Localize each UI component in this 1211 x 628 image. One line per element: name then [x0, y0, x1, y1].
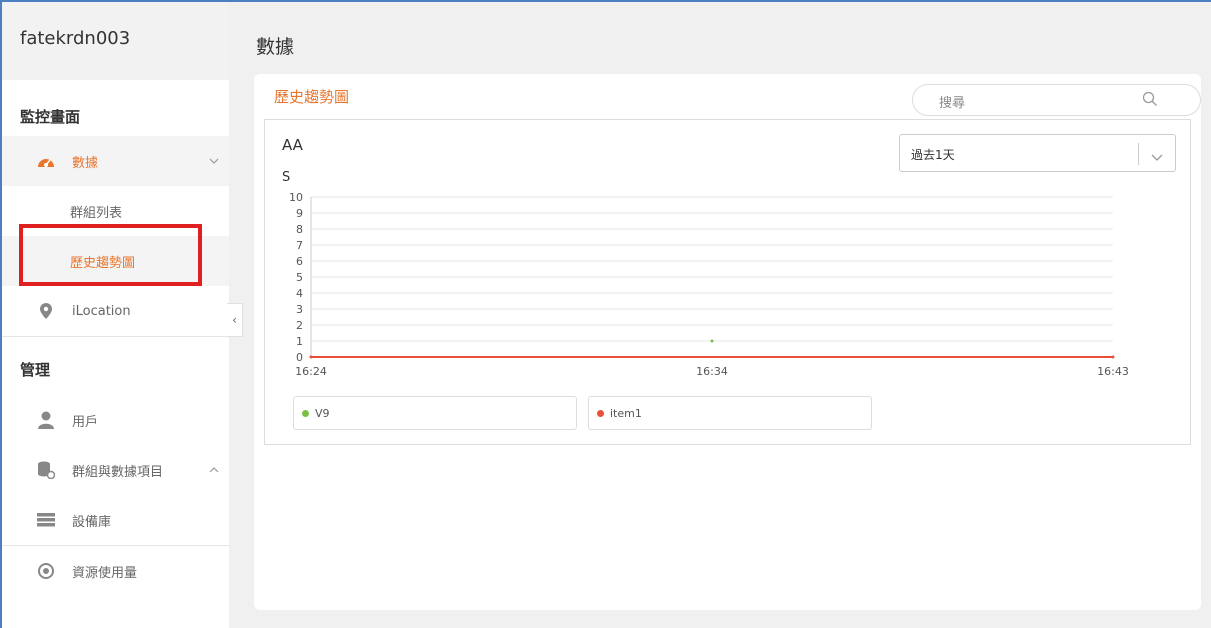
section-monitor: 監控畫面	[20, 108, 81, 126]
sidebar-item-device-library[interactable]: 設備庫	[2, 495, 229, 545]
sidebar: fatekrdn003 監控畫面 數據 群組列表 歷史趨勢圖 iLocation…	[2, 2, 229, 628]
history-trend-card: 歷史趨勢圖 搜尋 AA 過去1天 S 0 1 2 3 4 5 6 7 8 9 10 16:24 16:3…	[254, 74, 1201, 610]
location-pin-icon	[36, 303, 56, 319]
app-title: fatekrdn003	[2, 2, 229, 80]
y-tick-label: 3	[296, 303, 303, 316]
highlight-annotation	[19, 224, 202, 286]
sidebar-item-data[interactable]: 數據	[2, 136, 229, 186]
line-chart: 0 1 2 3 4 5 6 7 8 9 10 16:24 16:34 16:43	[289, 191, 1129, 378]
sidebar-collapse-button[interactable]: ‹	[227, 303, 243, 337]
sidebar-item-label: iLocation	[72, 303, 131, 319]
section-manage: 管理	[20, 361, 51, 379]
server-rack-icon	[36, 513, 56, 527]
page-title: 數據	[256, 36, 295, 58]
time-range-value: 過去1天	[911, 148, 955, 162]
sidebar-item-label: 資源使用量	[72, 565, 138, 581]
legend-item-item1[interactable]: item1	[588, 396, 872, 430]
data-point-item1	[309, 355, 313, 359]
chevron-up-icon	[209, 465, 219, 476]
x-tick-label: 16:34	[696, 365, 728, 378]
search-placeholder: 搜尋	[939, 96, 966, 111]
select-separator	[1138, 143, 1139, 165]
sidebar-item-label: 用戶	[72, 414, 99, 430]
chart-title: AA	[282, 136, 303, 154]
card-title: 歷史趨勢圖	[274, 88, 350, 106]
y-tick-label: 0	[296, 351, 303, 364]
y-tick-label: 6	[296, 255, 303, 268]
legend-label: item1	[610, 406, 642, 420]
search-input[interactable]: 搜尋	[912, 84, 1201, 116]
data-point-item1	[1111, 355, 1115, 359]
y-tick-label: 2	[296, 319, 303, 332]
sidebar-item-label: 設備庫	[72, 514, 112, 530]
y-tick-label: 10	[289, 191, 303, 204]
sidebar-item-label: 群組與數據項目	[72, 464, 164, 480]
legend-dot	[597, 409, 604, 417]
legend-item-v9[interactable]: V9	[293, 396, 577, 430]
sidebar-item-label: 數據	[72, 155, 99, 171]
chevron-down-icon	[209, 156, 219, 167]
chevron-down-icon	[1151, 147, 1163, 166]
time-range-select[interactable]: 過去1天	[899, 134, 1176, 172]
legend-label: V9	[315, 406, 330, 420]
sidebar-item-resource-usage[interactable]: 資源使用量	[2, 546, 229, 596]
sidebar-item-groups-data-items[interactable]: 群組與數據項目	[2, 445, 229, 495]
y-tick-label: 5	[296, 271, 303, 284]
x-tick-label: 16:24	[295, 365, 327, 378]
x-tick-label: 16:43	[1097, 365, 1129, 378]
y-tick-label: 8	[296, 223, 303, 236]
legend-dot	[302, 409, 309, 417]
chart-panel: AA 過去1天 S 0 1 2 3 4 5 6 7 8 9 10 16:24 16:34 16:43 V9…	[264, 119, 1191, 445]
resource-usage-icon	[36, 563, 56, 579]
user-icon	[36, 411, 56, 429]
sidebar-item-users[interactable]: 用戶	[2, 395, 229, 445]
y-tick-label: 4	[296, 287, 303, 300]
database-gear-icon	[36, 461, 56, 479]
y-tick-label: 9	[296, 207, 303, 220]
dashboard-icon	[36, 154, 56, 168]
search-icon[interactable]	[1142, 91, 1158, 111]
y-tick-label: 7	[296, 239, 303, 252]
y-tick-label: 1	[296, 335, 303, 348]
sidebar-item-label: 群組列表	[70, 205, 123, 221]
sidebar-item-ilocation[interactable]: iLocation	[2, 286, 229, 336]
data-point-V9	[710, 339, 714, 343]
